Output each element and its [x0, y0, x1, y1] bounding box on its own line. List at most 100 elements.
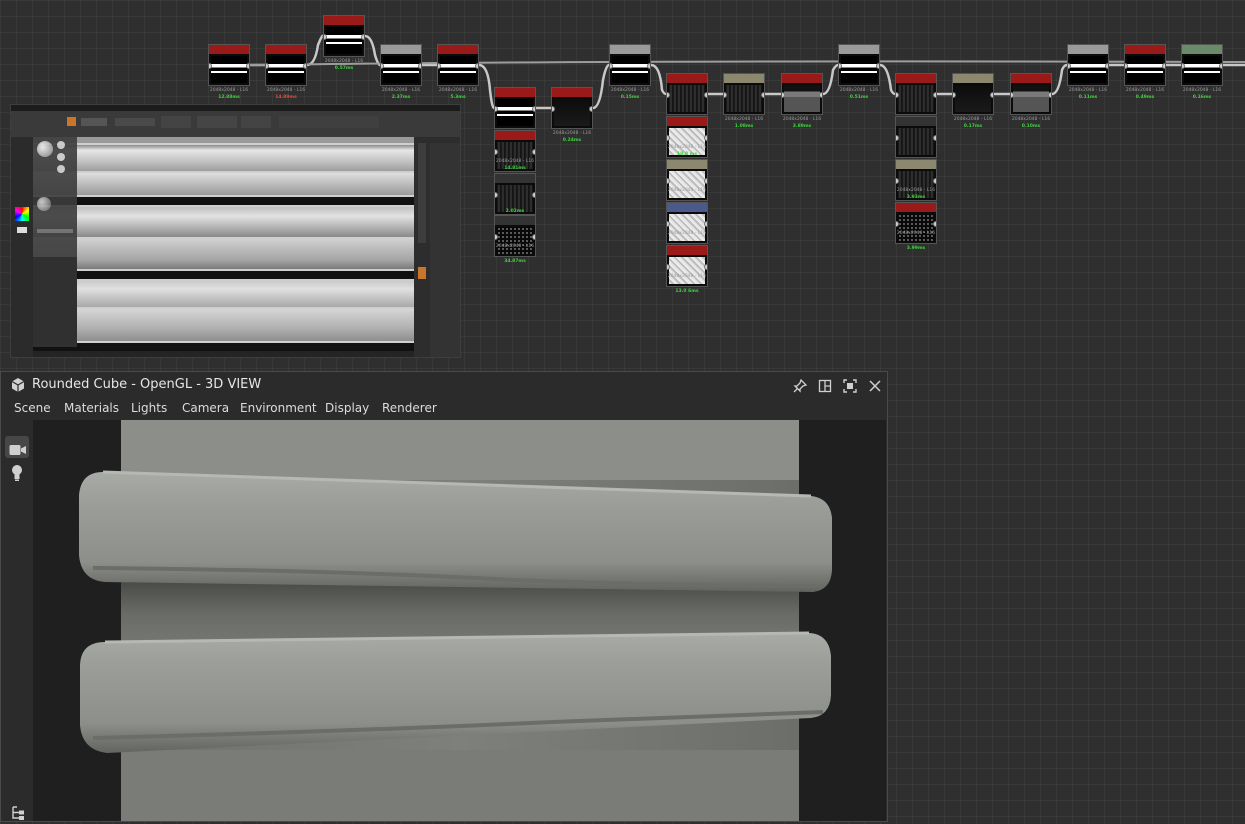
graph-node-13[interactable]: [952, 73, 994, 115]
zbrush-toolbar: [11, 111, 460, 138]
output-port[interactable]: [933, 178, 936, 184]
node-resolution-label: 2048x2048 - L16: [381, 88, 421, 93]
node-header: [1182, 45, 1222, 54]
view-left-toolbar: [1, 420, 33, 821]
graph-node-1[interactable]: [265, 44, 307, 86]
node-thumbnail: [497, 227, 533, 254]
zbrush-canvas: [33, 137, 414, 351]
menu-display[interactable]: Display: [325, 401, 369, 415]
output-port[interactable]: [761, 92, 764, 98]
node-resolution-label: 2048x2048 - L16: [1011, 117, 1051, 122]
graph-column-node-5[interactable]: [666, 202, 708, 244]
output-port[interactable]: [933, 221, 936, 227]
node-header: [495, 216, 535, 225]
node-resolution-label: 2048x2048 - L16: [610, 88, 650, 93]
node-header: [495, 88, 535, 97]
graph-node-11[interactable]: [838, 44, 880, 86]
output-port[interactable]: [704, 135, 707, 141]
node-time-label: 18.8 ms: [676, 152, 698, 157]
output-port[interactable]: [303, 63, 306, 69]
output-port[interactable]: [418, 63, 421, 69]
graph-column-node-6[interactable]: [666, 245, 708, 287]
output-port[interactable]: [1048, 92, 1051, 98]
menu-lights[interactable]: Lights: [131, 401, 167, 415]
menu-camera[interactable]: Camera: [182, 401, 229, 415]
maximize-icon[interactable]: [843, 378, 857, 397]
window-titlebar[interactable]: Rounded Cube - OpenGL - 3D VIEW: [1, 372, 887, 398]
output-port[interactable]: [361, 34, 364, 40]
graph-node-12[interactable]: [895, 73, 937, 115]
output-port[interactable]: [475, 63, 478, 69]
node-header: [782, 74, 822, 83]
graph-column-node-9[interactable]: [895, 202, 937, 244]
menu-renderer[interactable]: Renderer: [382, 401, 437, 415]
output-port[interactable]: [589, 106, 592, 112]
menu-materials[interactable]: Materials: [64, 401, 119, 415]
graph-column-node-7[interactable]: [895, 116, 937, 158]
node-thumbnail: [898, 214, 934, 241]
graph-node-3[interactable]: [380, 44, 422, 86]
node-header: [667, 117, 707, 126]
graph-node-17[interactable]: [1181, 44, 1223, 86]
menu-environment[interactable]: Environment: [240, 401, 317, 415]
node-resolution-label: 2048x2048 - L16: [667, 188, 707, 193]
graph-node-8[interactable]: [666, 73, 708, 115]
graph-column-node-2[interactable]: [494, 215, 536, 257]
3d-viewport[interactable]: [33, 420, 886, 821]
node-thumbnail: [440, 56, 476, 83]
node-time-label: 2.02ms: [505, 209, 525, 214]
graph-node-15[interactable]: [1067, 44, 1109, 86]
node-time-label: 34.87ms: [504, 259, 526, 264]
node-time-label: 2.37ms: [391, 95, 411, 100]
output-port[interactable]: [704, 178, 707, 184]
output-port[interactable]: [990, 92, 993, 98]
output-port[interactable]: [1162, 63, 1165, 69]
node-thumbnail: [1013, 85, 1049, 112]
close-icon[interactable]: [868, 378, 882, 397]
node-time-label: 0.51ms: [849, 95, 869, 100]
output-port[interactable]: [704, 92, 707, 98]
graph-node-0[interactable]: [208, 44, 250, 86]
node-time-label: 0.24ms: [562, 138, 582, 143]
graph-node-14[interactable]: [1010, 73, 1052, 115]
output-port[interactable]: [647, 63, 650, 69]
output-port[interactable]: [704, 221, 707, 227]
graph-node-4[interactable]: [437, 44, 479, 86]
output-port[interactable]: [933, 135, 936, 141]
graph-node-7[interactable]: [609, 44, 651, 86]
light-tool-button[interactable]: [5, 462, 29, 484]
pin-icon[interactable]: [793, 378, 808, 397]
output-port[interactable]: [532, 234, 535, 240]
output-port[interactable]: [1105, 63, 1108, 69]
camera-tool-button[interactable]: [5, 436, 29, 458]
output-port[interactable]: [933, 92, 936, 98]
output-port[interactable]: [876, 63, 879, 69]
node-time-label: 0.10ms: [1021, 124, 1041, 129]
graph-node-10[interactable]: [781, 73, 823, 115]
node-time-label: 14.81ms: [504, 166, 526, 171]
node-header: [438, 45, 478, 54]
output-port[interactable]: [532, 149, 535, 155]
output-port[interactable]: [819, 92, 822, 98]
cube-icon: [10, 377, 26, 397]
output-port[interactable]: [246, 63, 249, 69]
menu-scene[interactable]: Scene: [14, 401, 51, 415]
node-time-label: 3.89ms: [792, 124, 812, 129]
output-port[interactable]: [532, 106, 535, 112]
graph-node-16[interactable]: [1124, 44, 1166, 86]
output-port[interactable]: [532, 192, 535, 198]
node-resolution-label: 2048x2048 - L16: [495, 159, 535, 164]
graph-node-5[interactable]: [494, 87, 536, 129]
split-layout-icon[interactable]: [818, 378, 832, 397]
node-thumbnail: [268, 56, 304, 83]
graph-column-node-4[interactable]: [666, 159, 708, 201]
graph-node-2[interactable]: [323, 15, 365, 57]
output-port[interactable]: [704, 264, 707, 270]
graph-node-6[interactable]: [551, 87, 593, 129]
node-thumbnail: [669, 214, 705, 241]
output-port[interactable]: [1219, 63, 1222, 69]
hierarchy-icon[interactable]: [11, 805, 25, 824]
node-header: [667, 160, 707, 169]
node-thumbnail: [326, 27, 362, 54]
graph-node-9[interactable]: [723, 73, 765, 115]
